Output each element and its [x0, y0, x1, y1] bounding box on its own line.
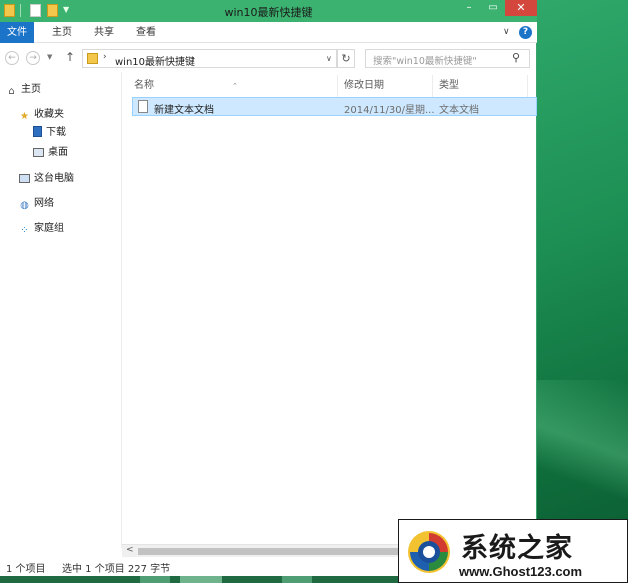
scroll-left-icon[interactable]: <	[126, 545, 134, 555]
title-bar: ▼ win10最新快捷键 – ▭ ✕	[0, 0, 537, 22]
up-button[interactable]: ↑	[65, 50, 75, 64]
column-header-overflow[interactable]	[527, 75, 540, 97]
download-folder-icon	[33, 126, 42, 137]
watermark-title: 系统之家	[461, 533, 573, 564]
sidebar-item-label: 收藏夹	[34, 109, 64, 120]
table-row[interactable]: 新建文本文档 2014/11/30/星期... 文本文档	[132, 97, 537, 116]
desktop-icon	[33, 148, 44, 157]
sidebar-item-label: 家庭组	[34, 223, 64, 234]
sidebar-item-homegroup[interactable]: ⁘ 家庭组	[19, 221, 64, 237]
sidebar-item-label: 桌面	[48, 147, 68, 158]
sidebar-item-desktop[interactable]: 桌面	[33, 145, 68, 161]
folder-icon	[87, 53, 98, 64]
desktop-background	[537, 0, 628, 583]
sidebar-item-favorites[interactable]: ★ 收藏夹	[19, 107, 64, 123]
star-icon: ★	[20, 111, 29, 122]
recent-locations-icon[interactable]: ▼	[47, 53, 52, 61]
chevron-down-icon[interactable]: ∨	[503, 27, 510, 37]
back-button[interactable]: ←	[5, 51, 19, 65]
home-icon: ⌂	[8, 86, 15, 97]
forward-button[interactable]: →	[26, 51, 40, 65]
navigation-bar: ← → ▼ ↑ › win10最新快捷键 ∨ ↻ 搜索"win10最新快捷键" …	[0, 44, 537, 72]
file-explorer-window: ▼ win10最新快捷键 – ▭ ✕ 文件 主页 共享 查看 ∨ ? ← → ▼…	[0, 0, 537, 576]
maximize-button[interactable]: ▭	[481, 0, 505, 16]
file-name[interactable]: 新建文本文档	[154, 101, 214, 116]
file-type: 文本文档	[439, 105, 479, 116]
item-count: 1 个项目	[6, 564, 46, 575]
site-logo-icon	[408, 531, 450, 573]
sidebar-item-this-pc[interactable]: 这台电脑	[19, 171, 74, 187]
ribbon-tabs: 文件 主页 共享 查看 ∨ ?	[0, 22, 537, 43]
homegroup-icon: ⁘	[20, 225, 29, 236]
sidebar-item-label: 下载	[46, 127, 66, 138]
column-header-name[interactable]: ⌃ 名称	[122, 75, 337, 97]
sidebar-item-downloads[interactable]: 下载	[33, 125, 66, 141]
text-file-icon	[138, 100, 148, 113]
network-icon: ◍	[20, 200, 29, 211]
sidebar-item-label: 网络	[34, 198, 54, 209]
tab-view[interactable]: 查看	[130, 22, 162, 43]
column-header-date[interactable]: 修改日期	[337, 75, 432, 97]
search-placeholder: 搜索"win10最新快捷键"	[373, 56, 477, 67]
tab-home[interactable]: 主页	[46, 22, 78, 43]
address-bar[interactable]: › win10最新快捷键 ∨	[82, 49, 337, 68]
navigation-pane: ⌂ 主页 ★ 收藏夹 下载 桌面 这台电脑 ◍ 网络 ⁘ 家庭组	[0, 72, 122, 548]
desktop-highlight	[537, 380, 628, 520]
sidebar-item-network[interactable]: ◍ 网络	[19, 196, 54, 212]
search-input[interactable]: 搜索"win10最新快捷键" ⚲	[365, 49, 530, 68]
sidebar-item-home[interactable]: ⌂ 主页	[6, 82, 41, 98]
scrollbar-thumb[interactable]	[138, 548, 400, 555]
taskbar-button[interactable]	[180, 576, 222, 583]
close-button[interactable]: ✕	[505, 0, 537, 16]
taskbar-button[interactable]	[282, 576, 312, 583]
computer-icon	[19, 174, 30, 183]
breadcrumb-separator[interactable]: ›	[103, 52, 107, 62]
selection-info: 选中 1 个项目 227 字节	[62, 564, 171, 575]
chevron-down-icon[interactable]: ∨	[326, 54, 332, 63]
minimize-button[interactable]: –	[457, 0, 481, 16]
sidebar-item-label: 这台电脑	[34, 173, 74, 184]
breadcrumb[interactable]: win10最新快捷键	[115, 53, 195, 68]
file-date: 2014/11/30/星期...	[344, 105, 435, 116]
tab-file[interactable]: 文件	[0, 22, 34, 43]
tab-share[interactable]: 共享	[88, 22, 120, 43]
help-icon[interactable]: ?	[519, 26, 532, 39]
sort-indicator-icon: ⌃	[232, 82, 238, 90]
refresh-button[interactable]: ↻	[337, 49, 355, 68]
file-list: ⌃ 名称 修改日期 类型 新建文本文档 2014/11/30/星期... 文本文…	[122, 72, 537, 548]
search-icon[interactable]: ⚲	[512, 51, 520, 64]
watermark-url: www.Ghost123.com	[459, 564, 583, 579]
sidebar-item-label: 主页	[21, 84, 41, 95]
taskbar-button[interactable]	[140, 576, 170, 583]
watermark-logo: 系统之家 www.Ghost123.com	[398, 519, 628, 583]
column-header-type[interactable]: 类型	[432, 75, 527, 97]
column-header-label: 名称	[134, 80, 154, 91]
